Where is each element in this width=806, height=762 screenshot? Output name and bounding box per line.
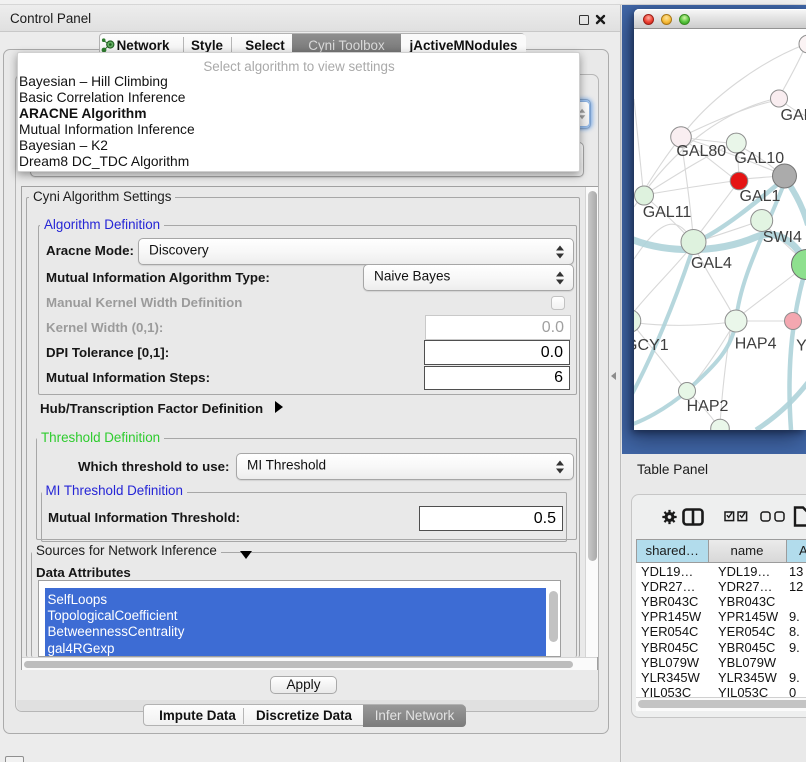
svg-text:SWI4: SWI4 [763,229,802,246]
svg-text:GAL1: GAL1 [740,188,781,205]
svg-text:GAL80: GAL80 [676,143,726,160]
svg-text:GAL4: GAL4 [691,255,732,272]
svg-text:Y: Y [796,337,806,354]
svg-text:HAP4: HAP4 [735,335,777,352]
svg-text:GAL11: GAL11 [643,204,692,221]
svg-text:GAL10: GAL10 [734,150,784,167]
svg-text:GCY1: GCY1 [634,337,669,354]
svg-text:HAP2: HAP2 [687,398,729,415]
svg-text:GAL7: GAL7 [781,107,806,124]
